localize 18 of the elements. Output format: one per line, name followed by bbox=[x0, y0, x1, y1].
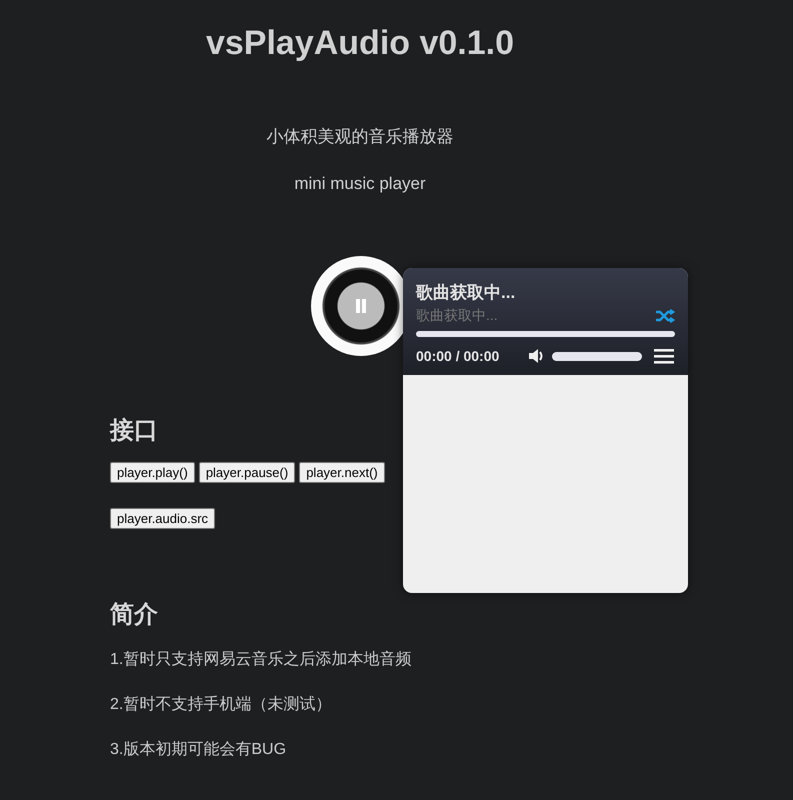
subtitle: mini music player bbox=[294, 174, 426, 194]
time-display: 00:00 / 00:00 bbox=[416, 348, 500, 364]
info-text: 1.暂时只支持网易云音乐之后添加本地音频 bbox=[110, 650, 412, 670]
api-button[interactable]: player.play() bbox=[110, 462, 195, 483]
artist-name: 歌曲获取中... bbox=[416, 307, 498, 325]
menu-icon[interactable] bbox=[654, 348, 674, 364]
section-heading: 简介 bbox=[110, 600, 158, 630]
api-button[interactable]: player.next() bbox=[299, 462, 385, 483]
volume-slider[interactable] bbox=[552, 352, 642, 360]
subtitle: 小体积美观的音乐播放器 bbox=[266, 126, 454, 148]
section-heading: 接口 bbox=[110, 416, 158, 446]
api-button[interactable]: player.audio.src bbox=[110, 508, 216, 529]
page-title: vsPlayAudio v0.1.0 bbox=[204, 24, 516, 63]
shuffle-icon[interactable] bbox=[655, 309, 675, 323]
info-text: 3.版本初期可能会有BUG bbox=[110, 740, 288, 760]
song-title: 歌曲获取中... bbox=[416, 282, 516, 304]
info-text: 2.暂时不支持手机端（未测试） bbox=[110, 694, 332, 715]
api-button[interactable]: player.pause() bbox=[198, 462, 296, 483]
